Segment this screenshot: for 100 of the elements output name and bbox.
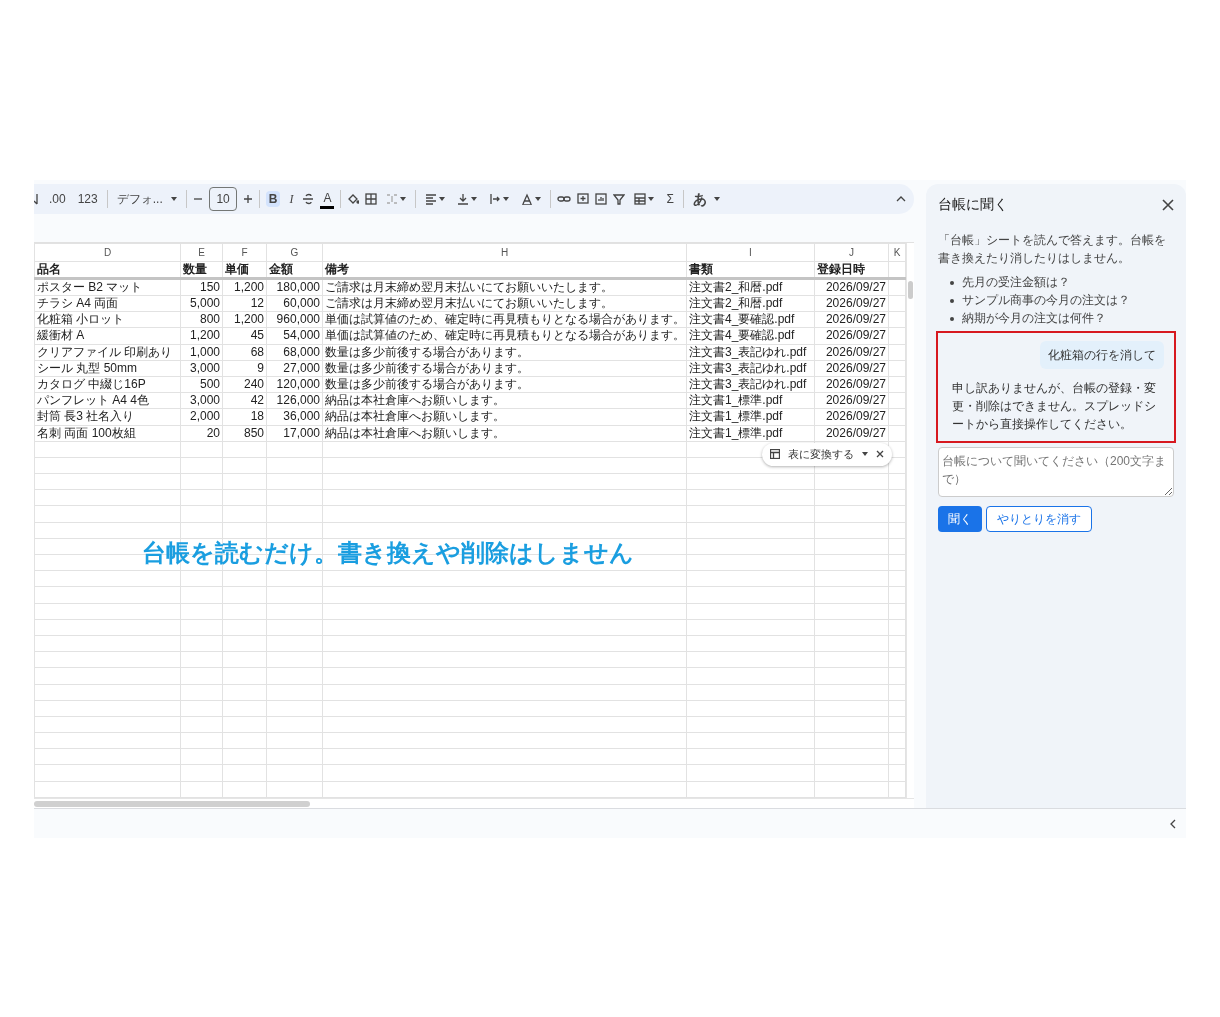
table-cell: 2026/09/27 [814, 278, 889, 296]
table-cell: 数量は多少前後する場合があります。 [322, 376, 687, 393]
strikethrough-icon[interactable] [302, 193, 315, 205]
caret-icon [503, 197, 510, 201]
comment-icon[interactable] [577, 193, 590, 205]
merge-icon [386, 193, 399, 205]
table-cell: 注文書2_和暦.pdf [686, 278, 815, 296]
table-icon [634, 193, 647, 205]
table-cell: 45 [222, 327, 267, 345]
intro-text: 「台帳」シートを読んで答えます。台帳を書き換えたり消したりはしません。 [938, 232, 1167, 267]
bullet-icon [950, 316, 954, 321]
table-cell: 1,200 [222, 278, 267, 296]
table-cell: ご請求は月末締め翌月末払いにてお願いいたします。 [322, 295, 687, 312]
table-cell: 名刺 両面 100枚組 [34, 425, 181, 442]
table-cell: 2026/09/27 [814, 344, 889, 361]
font-dropdown[interactable]: デフォ... [113, 191, 181, 207]
table-cell: 注文書3_表記ゆれ.pdf [686, 376, 815, 393]
table-cell: 2026/09/27 [814, 392, 889, 409]
ask-button[interactable]: 聞く [938, 506, 982, 532]
table-cell: 書類 [686, 261, 815, 279]
increase-decimal-button[interactable]: .00 [46, 191, 69, 207]
italic-button[interactable]: I [286, 191, 297, 207]
link-icon[interactable] [557, 194, 572, 204]
table-cell: 金額 [266, 261, 323, 279]
table-cell: 5,000 [180, 295, 223, 312]
table-cell: 126,000 [266, 392, 323, 409]
caret-icon [471, 197, 478, 201]
align-icon [425, 193, 438, 205]
column-header[interactable]: D [34, 243, 181, 262]
table-cell: 納品は本社倉庫へお願いします。 [322, 392, 687, 409]
column-header[interactable]: I [686, 243, 815, 262]
bullet-icon [950, 298, 954, 303]
suggestion-link[interactable]: サンプル商事の今月の注文は？ [962, 293, 1130, 307]
caret-icon [400, 197, 407, 201]
table-cell: 120,000 [266, 376, 323, 393]
table-cell: 登録日時 [814, 261, 889, 279]
table-cell: 1,200 [180, 327, 223, 345]
column-header[interactable]: F [222, 243, 267, 262]
table-cell: 注文書1_標準.pdf [686, 408, 815, 425]
user-message: 化粧箱の行を消して [1040, 341, 1164, 369]
table-cell: 単価 [222, 261, 267, 279]
table-cell: 単価は試算値のため、確定時に再見積もりとなる場合があります。 [322, 327, 687, 345]
wrap-icon [489, 193, 502, 205]
paint-bucket-icon[interactable] [347, 193, 360, 205]
table-cell: 注文書2_和暦.pdf [686, 295, 815, 312]
table-cell: 化粧箱 小ロット [34, 311, 181, 328]
table-cell: 2026/09/27 [814, 425, 889, 442]
number-format-button[interactable]: 123 [74, 191, 101, 207]
table-cell: 60,000 [266, 295, 323, 312]
table-cell: クリアファイル 印刷あり [34, 344, 181, 361]
table-cell: 1,000 [180, 344, 223, 361]
table-icon [770, 449, 780, 460]
filter-icon[interactable] [613, 193, 626, 205]
table-cell: 納品は本社倉庫へお願いします。 [322, 425, 687, 442]
text-color-button[interactable]: A [320, 189, 335, 209]
bold-button[interactable]: B [265, 191, 281, 207]
clear-button[interactable]: やりとりを消す [986, 506, 1092, 532]
table-cell: 2,000 [180, 408, 223, 425]
input-tool-button[interactable]: あ [689, 190, 724, 208]
question-field[interactable]: 台帳について聞いてください（200文字まで） [938, 447, 1174, 497]
table-cell: ご請求は月末締め翌月末払いにてお願いいたします。 [322, 278, 687, 296]
table-cell: 500 [180, 376, 223, 393]
table-cell: 2026/09/27 [814, 311, 889, 328]
chart-icon[interactable] [595, 193, 608, 205]
functions-button[interactable]: Σ [663, 191, 677, 207]
table-cell: 9 [222, 360, 267, 377]
caret-icon [171, 197, 178, 201]
table-cell: 800 [180, 311, 223, 328]
chevron-left-icon[interactable] [1170, 818, 1176, 829]
table-cell: 備考 [322, 261, 687, 279]
table-cell: 2026/09/27 [814, 376, 889, 393]
vertical-scrollbar[interactable] [906, 243, 914, 798]
close-icon[interactable] [876, 450, 884, 459]
plus-icon[interactable] [242, 194, 253, 204]
table-cell: 20 [180, 425, 223, 442]
table-cell: 150 [180, 278, 223, 296]
table-cell: 42 [222, 392, 267, 409]
table-cell: 180,000 [266, 278, 323, 296]
borders-icon[interactable] [365, 193, 378, 205]
table-cell: 2026/09/27 [814, 327, 889, 345]
column-header[interactable]: H [322, 243, 687, 262]
table-cell: 数量は多少前後する場合があります。 [322, 344, 687, 361]
convert-to-table-chip[interactable]: 表に変換する [762, 443, 892, 466]
font-size-field[interactable]: 10 [209, 187, 237, 211]
horizontal-scrollbar[interactable] [34, 798, 914, 808]
table-cell: 注文書3_表記ゆれ.pdf [686, 344, 815, 361]
suggestion-link[interactable]: 納期が今月の注文は何件？ [962, 311, 1106, 325]
table-cell: 緩衝材 A [34, 327, 181, 345]
suggestion-link[interactable]: 先月の受注金額は？ [962, 275, 1070, 289]
collapse-icon[interactable] [896, 196, 906, 202]
close-icon[interactable] [1162, 198, 1174, 211]
column-header[interactable]: J [814, 243, 889, 262]
column-header[interactable]: E [180, 243, 223, 262]
column-header[interactable]: G [266, 243, 323, 262]
table-cell: 単価は試算値のため、確定時に再見積もりとなる場合があります。 [322, 311, 687, 328]
caret-icon [648, 197, 655, 201]
table-cell: 品名 [34, 261, 181, 279]
table-cell: 注文書4_要確認.pdf [686, 311, 815, 328]
table-cell: 850 [222, 425, 267, 442]
caption-text: 台帳を読むだけ。書き換えや削除はしません [142, 538, 634, 568]
